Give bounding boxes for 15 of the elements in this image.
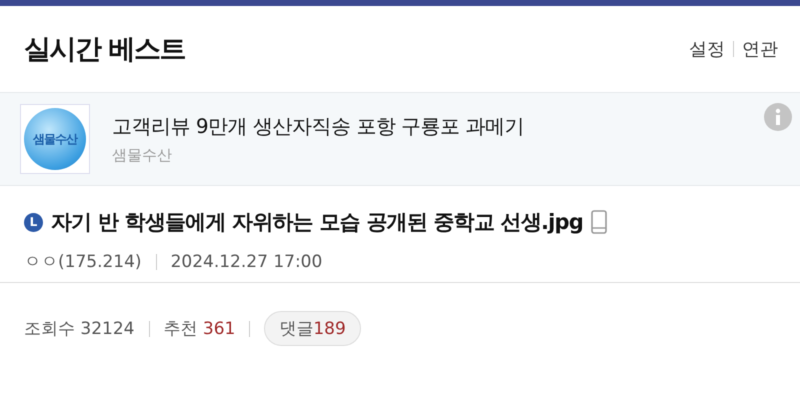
comment-button[interactable]: 댓글189 xyxy=(264,311,361,346)
ad-banner[interactable]: 샘물수산 고객리뷰 9만개 생산자직송 포항 구룡포 과메기 샘물수산 xyxy=(0,92,800,186)
ad-title[interactable]: 고객리뷰 9만개 생산자직송 포항 구룡포 과메기 xyxy=(112,113,524,140)
advertiser-logo: 샘물수산 xyxy=(20,104,90,174)
header-link[interactable]: 연관 xyxy=(742,37,778,61)
recommend-count: 추천 361 xyxy=(164,318,236,340)
author-name[interactable]: ㅇㅇ(175.214) xyxy=(24,250,142,273)
page-title: 실시간 베스트 xyxy=(24,33,185,67)
info-icon[interactable] xyxy=(764,103,792,131)
post-title[interactable]: 자기 반 학생들에게 자위하는 모습 공개된 중학교 선생.jpg xyxy=(51,208,584,236)
post-date: 2024.12.27 17:00 xyxy=(170,252,322,272)
header-link[interactable]: 설정 xyxy=(689,37,725,61)
advertiser-name: 샘물수산 xyxy=(112,146,173,165)
view-count: 조회수 32124 xyxy=(24,318,134,340)
level-badge: L xyxy=(24,212,43,232)
